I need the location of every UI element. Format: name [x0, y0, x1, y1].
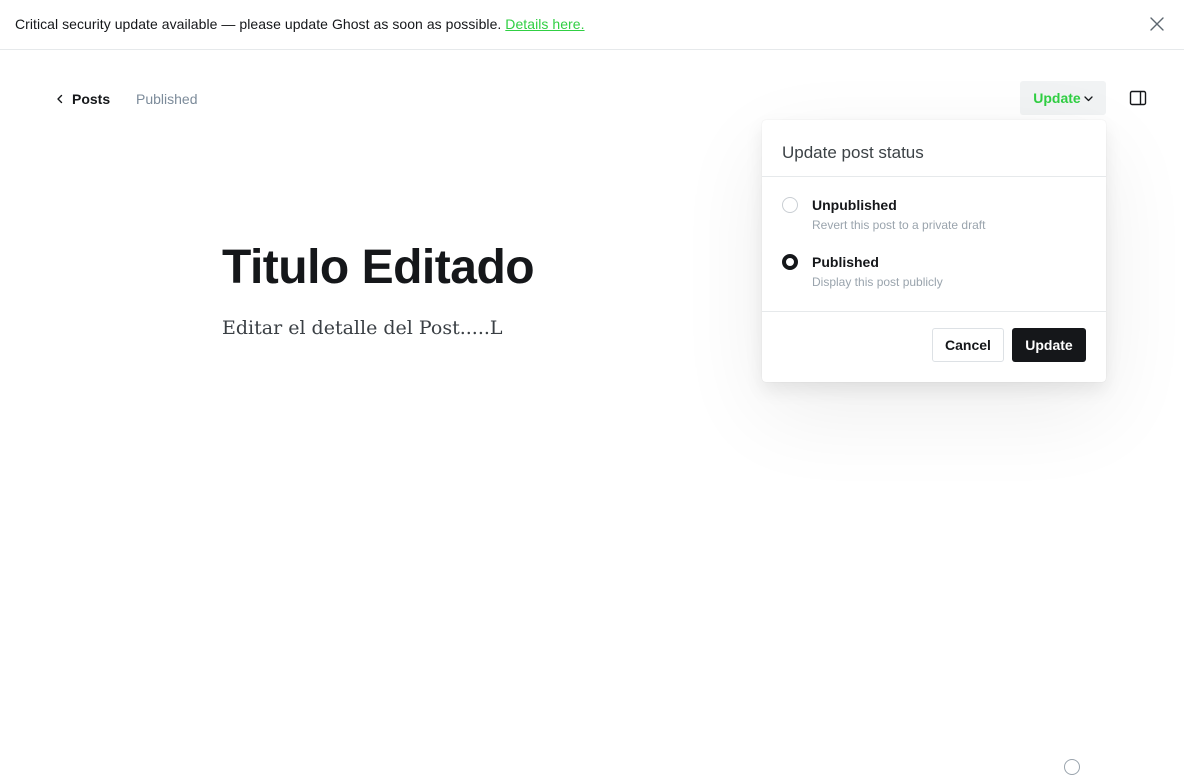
popup-title: Update post status [782, 143, 924, 162]
chevron-left-icon [57, 94, 63, 104]
close-icon[interactable] [1148, 15, 1166, 33]
radio-published[interactable] [782, 254, 798, 270]
popup-divider [762, 176, 1106, 177]
radio-unpublished[interactable] [782, 197, 798, 213]
update-dropdown-label: Update [1033, 90, 1081, 106]
chevron-down-icon [1084, 96, 1093, 102]
cancel-button[interactable]: Cancel [932, 328, 1004, 362]
option-published[interactable]: Published Display this post publicly [782, 254, 1092, 294]
post-body-editor[interactable]: Editar el detalle del Post.....L [222, 317, 503, 339]
option-label: Published [812, 254, 879, 270]
bottom-help [1064, 759, 1080, 775]
banner-details-link[interactable]: Details here. [505, 16, 584, 32]
post-status-label: Published [136, 91, 198, 107]
banner-message-row: Critical security update available — ple… [15, 16, 585, 32]
banner-message: Critical security update available — ple… [15, 16, 502, 32]
option-description: Display this post publicly [812, 275, 943, 289]
sidebar-toggle-icon[interactable] [1129, 89, 1147, 107]
post-title[interactable]: Titulo Editado [222, 240, 535, 296]
update-button[interactable]: Update [1012, 328, 1086, 362]
update-dropdown-button[interactable]: Update [1020, 81, 1106, 115]
option-label: Unpublished [812, 197, 897, 213]
notification-banner: Critical security update available — ple… [0, 0, 1184, 50]
back-to-posts-link[interactable]: Posts [55, 90, 110, 108]
update-status-popup: Update post status Unpublished Revert th… [762, 120, 1106, 382]
option-description: Revert this post to a private draft [812, 218, 986, 232]
back-link-label: Posts [72, 91, 111, 107]
help-icon[interactable] [1064, 759, 1080, 775]
option-unpublished[interactable]: Unpublished Revert this post to a privat… [782, 197, 1092, 237]
popup-divider [762, 311, 1106, 312]
